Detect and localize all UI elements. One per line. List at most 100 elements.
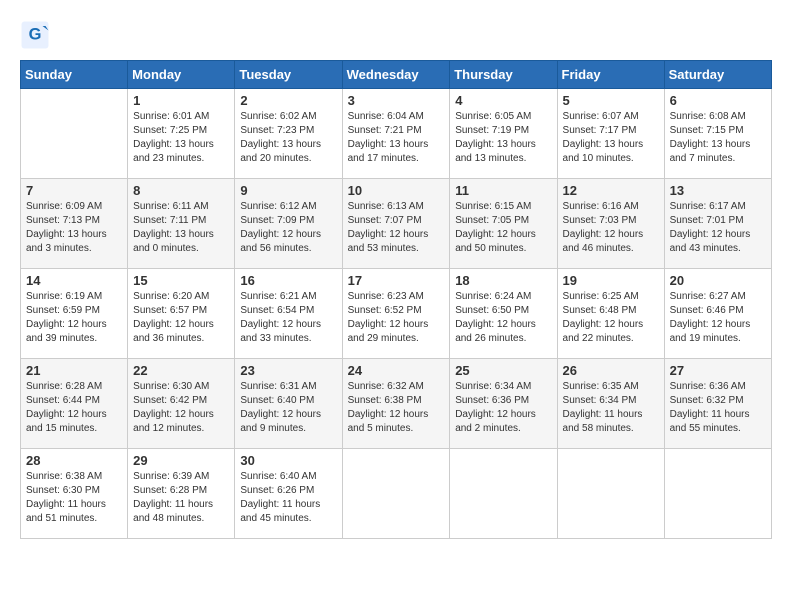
day-info: Sunrise: 6:16 AM Sunset: 7:03 PM Dayligh… bbox=[563, 200, 659, 256]
day-number: 2 bbox=[240, 93, 336, 108]
calendar-cell: 14Sunrise: 6:19 AM Sunset: 6:59 PM Dayli… bbox=[21, 269, 128, 359]
day-number: 7 bbox=[26, 183, 122, 198]
calendar-cell bbox=[21, 89, 128, 179]
weekday-header-friday: Friday bbox=[557, 61, 664, 89]
day-info: Sunrise: 6:09 AM Sunset: 7:13 PM Dayligh… bbox=[26, 200, 122, 256]
day-info: Sunrise: 6:02 AM Sunset: 7:23 PM Dayligh… bbox=[240, 110, 336, 166]
day-number: 3 bbox=[348, 93, 445, 108]
calendar-header: SundayMondayTuesdayWednesdayThursdayFrid… bbox=[21, 61, 772, 89]
day-info: Sunrise: 6:35 AM Sunset: 6:34 PM Dayligh… bbox=[563, 380, 659, 436]
calendar-cell: 4 Sunrise: 6:05 AM Sunset: 7:19 PM Daylig… bbox=[450, 89, 557, 179]
day-number: 1 bbox=[133, 93, 229, 108]
day-info: Sunrise: 6:38 AM Sunset: 6:30 PM Dayligh… bbox=[26, 470, 122, 526]
day-number: 8 bbox=[133, 183, 229, 198]
day-number: 20 bbox=[670, 273, 766, 288]
calendar-cell: 1 Sunrise: 6:01 AM Sunset: 7:25 PM Daylig… bbox=[128, 89, 235, 179]
day-info: Sunrise: 6:13 AM Sunset: 7:07 PM Dayligh… bbox=[348, 200, 445, 256]
calendar-cell: 8Sunrise: 6:11 AM Sunset: 7:11 PM Daylig… bbox=[128, 179, 235, 269]
day-number: 23 bbox=[240, 363, 336, 378]
day-number: 25 bbox=[455, 363, 551, 378]
day-number: 6 bbox=[670, 93, 766, 108]
calendar-cell: 22 Sunrise: 6:30 AM Sunset: 6:42 PM Dayli… bbox=[128, 359, 235, 449]
calendar-cell bbox=[450, 449, 557, 539]
day-info: Sunrise: 6:05 AM Sunset: 7:19 PM Dayligh… bbox=[455, 110, 551, 166]
day-number: 5 bbox=[563, 93, 659, 108]
logo: G bbox=[20, 20, 54, 50]
weekday-header-tuesday: Tuesday bbox=[235, 61, 342, 89]
day-number: 16 bbox=[240, 273, 336, 288]
day-info: Sunrise: 6:07 AM Sunset: 7:17 PM Dayligh… bbox=[563, 110, 659, 166]
calendar-week-row: 1 Sunrise: 6:01 AM Sunset: 7:25 PM Daylig… bbox=[21, 89, 772, 179]
calendar-cell: 13 Sunrise: 6:17 AM Sunset: 7:01 PM Dayli… bbox=[664, 179, 771, 269]
day-number: 18 bbox=[455, 273, 551, 288]
calendar-cell: 17 Sunrise: 6:23 AM Sunset: 6:52 PM Dayli… bbox=[342, 269, 450, 359]
day-info: Sunrise: 6:30 AM Sunset: 6:42 PM Dayligh… bbox=[133, 380, 229, 436]
day-info: Sunrise: 6:21 AM Sunset: 6:54 PM Dayligh… bbox=[240, 290, 336, 346]
day-number: 13 bbox=[670, 183, 766, 198]
day-info: Sunrise: 6:08 AM Sunset: 7:15 PM Dayligh… bbox=[670, 110, 766, 166]
day-number: 19 bbox=[563, 273, 659, 288]
calendar-cell: 29 Sunrise: 6:39 AM Sunset: 6:28 PM Dayli… bbox=[128, 449, 235, 539]
day-info: Sunrise: 6:04 AM Sunset: 7:21 PM Dayligh… bbox=[348, 110, 445, 166]
day-number: 30 bbox=[240, 453, 336, 468]
calendar-cell: 2 Sunrise: 6:02 AM Sunset: 7:23 PM Daylig… bbox=[235, 89, 342, 179]
day-number: 29 bbox=[133, 453, 229, 468]
calendar-week-row: 28Sunrise: 6:38 AM Sunset: 6:30 PM Dayli… bbox=[21, 449, 772, 539]
calendar-cell: 20 Sunrise: 6:27 AM Sunset: 6:46 PM Dayli… bbox=[664, 269, 771, 359]
day-info: Sunrise: 6:17 AM Sunset: 7:01 PM Dayligh… bbox=[670, 200, 766, 256]
calendar-cell: 24Sunrise: 6:32 AM Sunset: 6:38 PM Dayli… bbox=[342, 359, 450, 449]
calendar-cell: 26 Sunrise: 6:35 AM Sunset: 6:34 PM Dayli… bbox=[557, 359, 664, 449]
calendar-week-row: 7 Sunrise: 6:09 AM Sunset: 7:13 PM Daylig… bbox=[21, 179, 772, 269]
calendar: SundayMondayTuesdayWednesdayThursdayFrid… bbox=[20, 60, 772, 539]
calendar-cell: 12 Sunrise: 6:16 AM Sunset: 7:03 PM Dayli… bbox=[557, 179, 664, 269]
day-number: 22 bbox=[133, 363, 229, 378]
day-number: 15 bbox=[133, 273, 229, 288]
calendar-cell: 6 Sunrise: 6:08 AM Sunset: 7:15 PM Daylig… bbox=[664, 89, 771, 179]
day-info: Sunrise: 6:25 AM Sunset: 6:48 PM Dayligh… bbox=[563, 290, 659, 346]
calendar-week-row: 14Sunrise: 6:19 AM Sunset: 6:59 PM Dayli… bbox=[21, 269, 772, 359]
day-number: 14 bbox=[26, 273, 122, 288]
day-info: Sunrise: 6:01 AM Sunset: 7:25 PM Dayligh… bbox=[133, 110, 229, 166]
day-number: 12 bbox=[563, 183, 659, 198]
day-number: 10 bbox=[348, 183, 445, 198]
calendar-cell bbox=[557, 449, 664, 539]
calendar-cell: 19 Sunrise: 6:25 AM Sunset: 6:48 PM Dayli… bbox=[557, 269, 664, 359]
weekday-header-thursday: Thursday bbox=[450, 61, 557, 89]
calendar-cell bbox=[342, 449, 450, 539]
calendar-body: 1 Sunrise: 6:01 AM Sunset: 7:25 PM Daylig… bbox=[21, 89, 772, 539]
logo-icon: G bbox=[20, 20, 50, 50]
weekday-header-monday: Monday bbox=[128, 61, 235, 89]
day-number: 17 bbox=[348, 273, 445, 288]
calendar-cell: 5 Sunrise: 6:07 AM Sunset: 7:17 PM Daylig… bbox=[557, 89, 664, 179]
calendar-cell: 30 Sunrise: 6:40 AM Sunset: 6:26 PM Dayli… bbox=[235, 449, 342, 539]
calendar-cell: 25Sunrise: 6:34 AM Sunset: 6:36 PM Dayli… bbox=[450, 359, 557, 449]
calendar-cell: 21 Sunrise: 6:28 AM Sunset: 6:44 PM Dayli… bbox=[21, 359, 128, 449]
weekday-header-row: SundayMondayTuesdayWednesdayThursdayFrid… bbox=[21, 61, 772, 89]
day-info: Sunrise: 6:36 AM Sunset: 6:32 PM Dayligh… bbox=[670, 380, 766, 436]
day-info: Sunrise: 6:28 AM Sunset: 6:44 PM Dayligh… bbox=[26, 380, 122, 436]
calendar-cell: 27Sunrise: 6:36 AM Sunset: 6:32 PM Dayli… bbox=[664, 359, 771, 449]
calendar-cell: 10 Sunrise: 6:13 AM Sunset: 7:07 PM Dayli… bbox=[342, 179, 450, 269]
day-info: Sunrise: 6:20 AM Sunset: 6:57 PM Dayligh… bbox=[133, 290, 229, 346]
calendar-cell bbox=[664, 449, 771, 539]
day-number: 4 bbox=[455, 93, 551, 108]
day-info: Sunrise: 6:40 AM Sunset: 6:26 PM Dayligh… bbox=[240, 470, 336, 526]
header: G bbox=[20, 20, 772, 50]
calendar-cell: 11Sunrise: 6:15 AM Sunset: 7:05 PM Dayli… bbox=[450, 179, 557, 269]
day-info: Sunrise: 6:27 AM Sunset: 6:46 PM Dayligh… bbox=[670, 290, 766, 346]
calendar-cell: 28Sunrise: 6:38 AM Sunset: 6:30 PM Dayli… bbox=[21, 449, 128, 539]
calendar-cell: 9 Sunrise: 6:12 AM Sunset: 7:09 PM Daylig… bbox=[235, 179, 342, 269]
weekday-header-saturday: Saturday bbox=[664, 61, 771, 89]
day-info: Sunrise: 6:39 AM Sunset: 6:28 PM Dayligh… bbox=[133, 470, 229, 526]
calendar-cell: 16 Sunrise: 6:21 AM Sunset: 6:54 PM Dayli… bbox=[235, 269, 342, 359]
day-info: Sunrise: 6:23 AM Sunset: 6:52 PM Dayligh… bbox=[348, 290, 445, 346]
day-info: Sunrise: 6:24 AM Sunset: 6:50 PM Dayligh… bbox=[455, 290, 551, 346]
day-info: Sunrise: 6:12 AM Sunset: 7:09 PM Dayligh… bbox=[240, 200, 336, 256]
day-number: 24 bbox=[348, 363, 445, 378]
day-number: 21 bbox=[26, 363, 122, 378]
calendar-cell: 18 Sunrise: 6:24 AM Sunset: 6:50 PM Dayli… bbox=[450, 269, 557, 359]
day-number: 9 bbox=[240, 183, 336, 198]
day-number: 26 bbox=[563, 363, 659, 378]
weekday-header-sunday: Sunday bbox=[21, 61, 128, 89]
day-info: Sunrise: 6:31 AM Sunset: 6:40 PM Dayligh… bbox=[240, 380, 336, 436]
